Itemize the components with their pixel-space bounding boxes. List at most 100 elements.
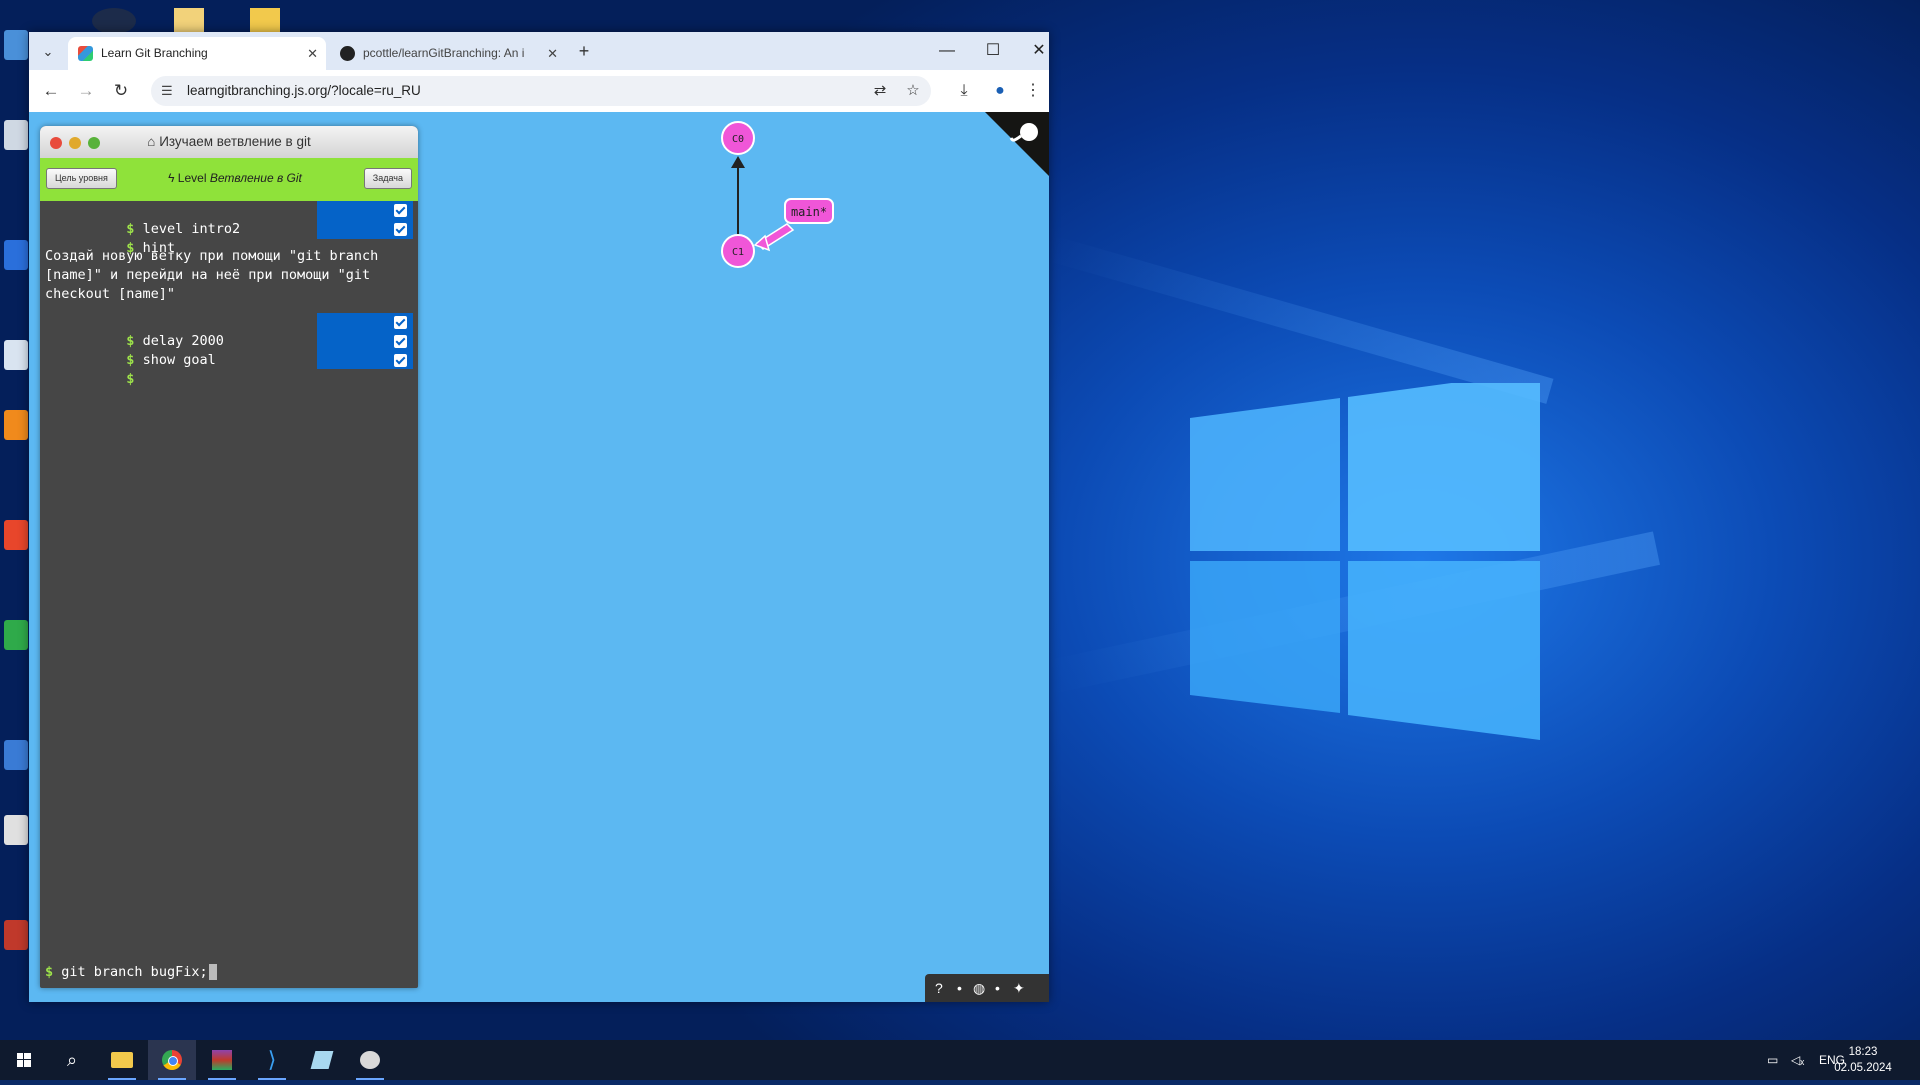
history-line: $ delay 2000 <box>45 313 224 349</box>
page-viewport: C0 C1 main* ? • ◍ • ✦ ⌂ Изучаем ветвлени… <box>29 112 1049 1002</box>
vscode-icon[interactable]: ⟩ <box>248 1040 296 1080</box>
volume-muted-icon[interactable]: ◁ₓ <box>1791 1040 1804 1080</box>
clock-date: 02.05.2024 <box>1834 1062 1892 1074</box>
tab-github[interactable]: pcottle/learnGitBranching: An i ✕ <box>330 37 566 70</box>
tab-search-icon[interactable]: ⌄ <box>39 43 57 61</box>
browser-window: ⌄ Learn Git Branching ✕ pcottle/learnGit… <box>29 32 1049 1002</box>
search-icon[interactable]: ⌕ <box>48 1040 96 1080</box>
edge-arrowhead <box>731 156 745 168</box>
history-line: $ hint <box>45 220 175 256</box>
desktop-top-icon[interactable] <box>92 8 136 34</box>
close-icon[interactable]: ✕ <box>547 37 558 70</box>
checkbox-icon <box>394 335 407 348</box>
branch-main: main* <box>753 198 834 252</box>
menu-icon[interactable]: ⋮ <box>1022 80 1044 102</box>
command-input-text[interactable]: git branch bugFix; <box>61 964 207 980</box>
new-tab-icon[interactable]: + <box>574 42 594 62</box>
reload-icon[interactable]: ↻ <box>110 80 132 102</box>
light-beam <box>1046 235 1554 404</box>
maximize-icon[interactable]: ☐ <box>978 38 1008 64</box>
minimize-light-icon[interactable] <box>69 137 81 149</box>
history-command: show goal <box>142 352 216 368</box>
history-line: $ show goal <box>45 332 215 368</box>
windows-logo <box>1190 371 1540 740</box>
checkbox-icon <box>394 316 407 329</box>
level-name: Ветвление в Git <box>209 171 302 185</box>
commit-label-c0: C0 <box>732 134 744 145</box>
desktop-icon[interactable] <box>4 340 28 370</box>
taskbar: ⌕ ⟩ ▭ ◁ₓ ENG 18:23 02.05.2024 <box>0 1040 1920 1080</box>
bookmark-star-icon[interactable]: ☆ <box>904 82 922 100</box>
tab-learn-git-branching[interactable]: Learn Git Branching ✕ <box>68 37 326 70</box>
checkbox-icon <box>394 354 407 367</box>
footer-controls: ? • ◍ • ✦ <box>925 974 1049 1002</box>
desktop-icon[interactable] <box>4 410 28 440</box>
globe-icon[interactable]: ◍ <box>973 974 985 1002</box>
bolt-icon: ϟ <box>168 171 178 185</box>
desktop-icon[interactable] <box>4 120 28 150</box>
history-line: $ level intro2 <box>45 201 240 237</box>
commit-c0: C0 <box>721 121 755 155</box>
github-corner-icon[interactable] <box>985 112 1049 176</box>
url-text[interactable]: learngitbranching.js.org/?locale=ru_RU <box>187 83 421 98</box>
close-icon[interactable]: ✕ <box>307 37 318 70</box>
desktop-icon[interactable] <box>4 240 28 270</box>
site-info-icon[interactable]: ☰ <box>161 83 177 99</box>
history-line: $ <box>45 351 143 387</box>
prompt-symbol: $ <box>126 371 135 387</box>
download-icon[interactable]: ⤓ <box>953 80 975 102</box>
browser-toolbar: ← → ↻ ☰ learngitbranching.js.org/?locale… <box>29 70 1049 112</box>
terminal-window: ⌂ Изучаем ветвление в git Цель уровня ϟ … <box>40 126 418 988</box>
command-input[interactable]: $ git branch bugFix; <box>45 963 217 982</box>
desktop-icon[interactable] <box>4 740 28 770</box>
network-icon[interactable]: ▭ <box>1767 1040 1778 1080</box>
clock[interactable]: 18:23 02.05.2024 <box>1828 1044 1898 1076</box>
desktop-icon[interactable] <box>4 30 28 60</box>
tab-title: pcottle/learnGitBranching: An i <box>363 46 525 60</box>
paint-icon[interactable] <box>346 1040 394 1080</box>
desktop-icon[interactable] <box>4 520 28 550</box>
minimize-icon[interactable]: — <box>932 38 962 64</box>
start-button[interactable] <box>0 1040 48 1080</box>
winrar-icon[interactable] <box>198 1040 246 1080</box>
forward-icon[interactable]: → <box>75 80 97 102</box>
notepad-icon[interactable] <box>298 1040 346 1080</box>
github-icon <box>340 46 355 61</box>
chrome-icon[interactable] <box>148 1040 196 1080</box>
twitter-icon[interactable]: ✦ <box>1013 974 1025 1002</box>
back-icon[interactable]: ← <box>40 80 62 102</box>
desktop-icon[interactable] <box>4 920 28 950</box>
folder-icon[interactable] <box>174 8 204 34</box>
check-column <box>317 313 413 369</box>
folder-icon[interactable] <box>250 8 280 34</box>
home-icon[interactable]: ⌂ <box>147 134 159 149</box>
text-cursor <box>208 964 217 980</box>
separator-dot: • <box>995 980 1000 996</box>
zoom-light-icon[interactable] <box>88 137 100 149</box>
task-button[interactable]: Задача <box>363 168 412 189</box>
clock-time: 18:23 <box>1848 1046 1878 1058</box>
branch-label-main: main* <box>791 205 827 219</box>
tab-title: Learn Git Branching <box>101 46 208 60</box>
commit-c1: C1 <box>721 234 755 268</box>
desktop-icon[interactable] <box>4 620 28 650</box>
help-icon[interactable]: ? <box>935 974 943 1002</box>
separator-dot: • <box>957 980 962 996</box>
level-prefix: Level <box>177 171 207 185</box>
tab-strip: ⌄ Learn Git Branching ✕ pcottle/learnGit… <box>29 32 1049 70</box>
learngit-favicon-icon <box>78 46 93 61</box>
prompt-symbol: $ <box>45 964 54 980</box>
close-window-icon[interactable]: ✕ <box>1024 38 1054 64</box>
close-light-icon[interactable] <box>50 137 62 149</box>
desktop-icons <box>0 0 30 1040</box>
level-bar: Цель уровня ϟ Level Ветвление в Git Зада… <box>40 158 418 201</box>
level-goal-button[interactable]: Цель уровня <box>46 168 117 189</box>
profile-icon[interactable]: ● <box>989 80 1011 102</box>
file-explorer-icon[interactable] <box>98 1040 146 1080</box>
address-bar[interactable]: ☰ learngitbranching.js.org/?locale=ru_RU… <box>151 76 931 106</box>
level-label: ϟ Level Ветвление в Git <box>140 171 330 185</box>
translate-icon[interactable]: ⇄ <box>871 82 889 100</box>
checkbox-icon <box>394 223 407 236</box>
desktop-icon[interactable] <box>4 815 28 845</box>
commit-label-c1: C1 <box>732 247 744 258</box>
